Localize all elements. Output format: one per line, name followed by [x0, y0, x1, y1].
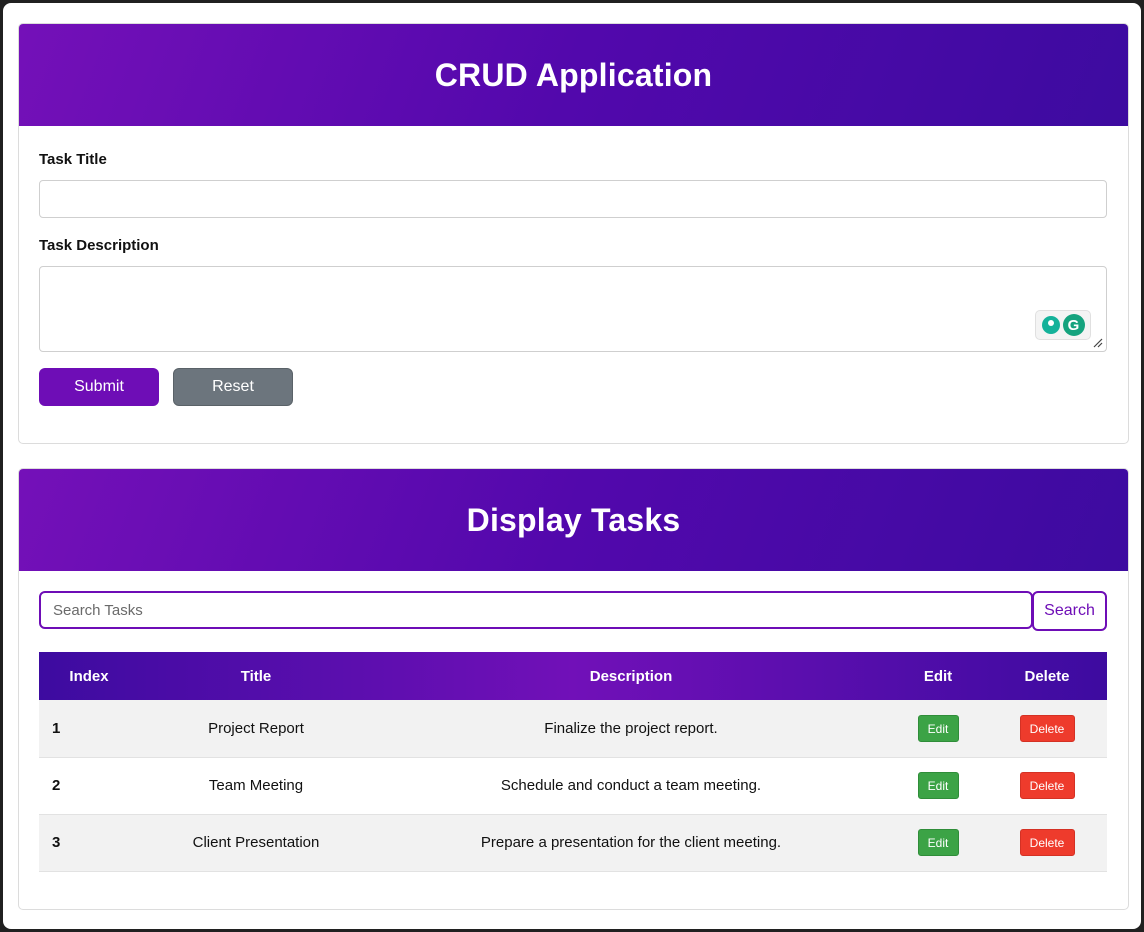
task-title-label: Task Title	[39, 151, 107, 168]
row-description: Finalize the project report.	[373, 700, 889, 758]
row-index: 2	[39, 757, 139, 815]
table-header-row: Index Title Description Edit Delete	[39, 652, 1107, 700]
table-row: 3 Client Presentation Prepare a presenta…	[39, 814, 1107, 872]
column-header-title: Title	[240, 667, 272, 685]
task-form-card: CRUD Application Task Title Task Descrip…	[18, 23, 1129, 444]
task-title-input[interactable]	[39, 180, 1107, 218]
edit-button[interactable]: Edit	[917, 714, 959, 742]
table-row: 2 Team Meeting Schedule and conduct a te…	[39, 757, 1107, 815]
column-header-description: Description	[589, 667, 673, 685]
table-row: 1 Project Report Finalize the project re…	[39, 700, 1107, 758]
delete-button[interactable]: Delete	[1019, 829, 1075, 856]
task-description-textarea[interactable]	[39, 266, 1107, 352]
column-header-edit: Edit	[923, 667, 953, 685]
task-description-label: Task Description	[39, 237, 159, 254]
row-delete-cell: Delete	[987, 814, 1107, 872]
grammarly-widget[interactable]: G	[1035, 310, 1091, 340]
lightbulb-icon[interactable]	[1041, 316, 1060, 334]
edit-button[interactable]: Edit	[917, 772, 959, 799]
reset-button[interactable]: Reset	[173, 368, 293, 406]
row-description: Prepare a presentation for the client me…	[373, 814, 889, 872]
row-edit-cell: Edit	[889, 757, 987, 815]
tasks-table: Index Title Description Edit Delete 1 Pr…	[39, 652, 1107, 872]
row-description: Schedule and conduct a team meeting.	[373, 757, 889, 815]
row-delete-cell: Delete	[987, 700, 1107, 758]
search-button[interactable]: Search	[1032, 591, 1107, 631]
form-header: CRUD Application	[19, 24, 1128, 126]
grammarly-icon[interactable]: G	[1062, 314, 1085, 336]
search-input[interactable]	[39, 591, 1033, 629]
row-title: Team Meeting	[139, 757, 373, 815]
delete-button[interactable]: Delete	[1019, 772, 1075, 799]
column-header-index: Index	[69, 667, 109, 685]
column-header-delete: Delete	[1024, 667, 1070, 685]
app-window: CRUD Application Task Title Task Descrip…	[3, 3, 1141, 929]
row-delete-cell: Delete	[987, 757, 1107, 815]
delete-button[interactable]: Delete	[1019, 714, 1075, 742]
edit-button[interactable]: Edit	[917, 829, 959, 856]
list-header: Display Tasks	[19, 469, 1128, 571]
row-title: Project Report	[139, 700, 373, 758]
row-edit-cell: Edit	[889, 700, 987, 758]
row-index: 3	[39, 814, 139, 872]
task-list-card: Display Tasks Search Index Title Descrip…	[18, 468, 1129, 910]
row-index: 1	[39, 700, 139, 758]
submit-button[interactable]: Submit	[39, 368, 159, 406]
row-title: Client Presentation	[139, 814, 373, 872]
resize-grip-icon[interactable]	[1093, 338, 1103, 348]
row-edit-cell: Edit	[889, 814, 987, 872]
